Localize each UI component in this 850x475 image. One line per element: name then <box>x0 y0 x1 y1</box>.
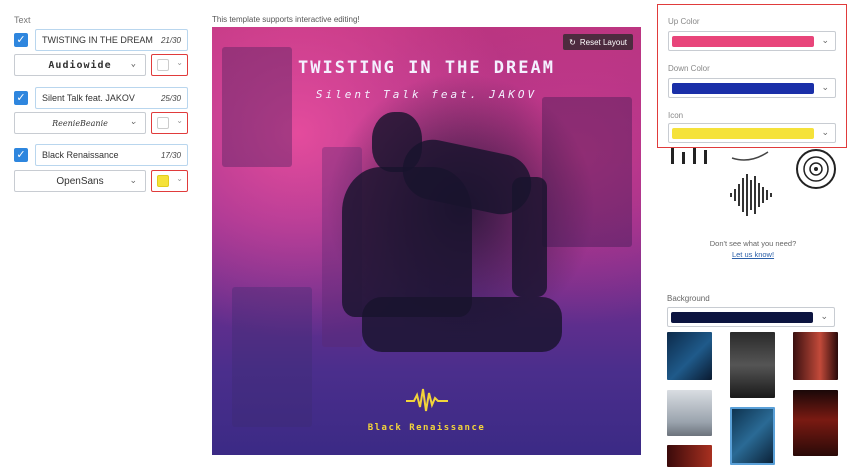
text-2-value: Silent Talk feat. JAKOV <box>42 93 135 103</box>
chevron-down-icon: ⌄ <box>176 58 183 67</box>
background-thumbnail-5-selected[interactable] <box>730 407 775 465</box>
background-thumbnail-7[interactable] <box>667 445 712 467</box>
color-settings-panel: Up Color ⌄ Down Color ⌄ Icon ⌄ <box>657 4 847 148</box>
cover-title[interactable]: TWISTING IN THE DREAM <box>212 58 641 78</box>
text-3-value: Black Renaissance <box>42 150 119 160</box>
chevron-down-icon: ⌄ <box>176 174 183 183</box>
text-3-input[interactable]: Black Renaissance 17/30 <box>35 144 188 166</box>
chevron-down-icon: ⌄ <box>821 35 829 45</box>
chevron-down-icon: ⌄ <box>821 82 829 92</box>
font-3-label: OpenSans <box>56 175 104 187</box>
equalizer-icon[interactable] <box>667 148 711 166</box>
text-2-color-picker[interactable]: ⌄ <box>151 112 188 134</box>
font-1-label: Audiowide <box>48 59 112 71</box>
background-color-swatch <box>671 312 813 323</box>
text-3-color-picker[interactable]: ⌄ <box>151 170 188 192</box>
font-2-select[interactable]: ReenieBeanie ⌄ <box>14 112 146 134</box>
text-3-checkbox[interactable]: ✓ <box>14 148 28 162</box>
cover-subtitle[interactable]: Silent Talk feat. JAKOV <box>212 88 641 101</box>
text-1-checkbox[interactable]: ✓ <box>14 33 28 47</box>
background-label: Background <box>667 294 710 303</box>
text-1-count: 21/30 <box>160 35 181 45</box>
font-row-3: OpenSans ⌄ ⌄ <box>14 170 188 192</box>
text-2-count: 25/30 <box>160 93 181 103</box>
background-thumbnail-2[interactable] <box>730 332 775 398</box>
soundwave-icon[interactable] <box>406 385 448 415</box>
chevron-down-icon: ⌄ <box>820 311 828 321</box>
missing-icon-text: Don't see what you need? <box>709 239 797 248</box>
chevron-down-icon: ⌄ <box>130 59 137 69</box>
background-thumbnail-3[interactable] <box>793 332 838 380</box>
font-2-label: ReenieBeanie <box>52 118 108 128</box>
up-color-swatch <box>672 36 814 47</box>
chevron-down-icon: ⌄ <box>176 116 183 125</box>
wall-panel <box>542 97 632 247</box>
color-swatch <box>157 175 169 187</box>
cover-artist[interactable]: Black Renaissance <box>212 423 641 433</box>
audio-waveform-icon[interactable] <box>728 172 776 218</box>
icon-color-swatch <box>672 128 814 139</box>
person-shin <box>512 177 547 297</box>
chevron-down-icon: ⌄ <box>129 175 137 185</box>
up-color-select[interactable]: ⌄ <box>668 31 836 51</box>
reset-layout-button[interactable]: ↻ Reset Layout <box>563 34 633 50</box>
album-cover-canvas[interactable]: ↻ Reset Layout TWISTING IN THE DREAM Sil… <box>212 27 641 455</box>
font-row-1: Audiowide ⌄ ⌄ <box>14 54 188 76</box>
font-3-select[interactable]: OpenSans ⌄ <box>14 170 146 192</box>
vinyl-record-icon[interactable] <box>793 148 839 190</box>
text-row-3: ✓ Black Renaissance 17/30 <box>14 144 188 166</box>
let-us-know-link[interactable]: Let us know! <box>690 250 816 259</box>
down-color-select[interactable]: ⌄ <box>668 78 836 98</box>
refresh-icon: ↻ <box>569 37 576 47</box>
down-color-label: Down Color <box>668 64 710 73</box>
color-swatch <box>157 59 169 71</box>
chevron-down-icon: ⌄ <box>821 127 829 137</box>
text-1-input[interactable]: TWISTING IN THE DREAM 21/30 <box>35 29 188 51</box>
text-row-2: ✓ Silent Talk feat. JAKOV 25/30 <box>14 87 188 109</box>
up-color-label: Up Color <box>668 17 700 26</box>
wall-panel <box>232 287 312 427</box>
icon-color-select[interactable]: ⌄ <box>668 123 836 143</box>
text-row-1: ✓ TWISTING IN THE DREAM 21/30 <box>14 29 188 51</box>
down-color-swatch <box>672 83 814 94</box>
text-2-input[interactable]: Silent Talk feat. JAKOV 25/30 <box>35 87 188 109</box>
font-1-select[interactable]: Audiowide ⌄ <box>14 54 146 76</box>
background-color-select[interactable]: ⌄ <box>667 307 835 327</box>
swoosh-icon[interactable] <box>730 148 774 162</box>
text-1-color-picker[interactable]: ⌄ <box>151 54 188 76</box>
interactive-editing-hint: This template supports interactive editi… <box>212 15 360 24</box>
text-3-count: 17/30 <box>160 150 181 160</box>
person-legs <box>362 297 562 352</box>
background-thumbnail-6[interactable] <box>793 390 838 456</box>
text-2-checkbox[interactable]: ✓ <box>14 91 28 105</box>
background-thumbnail-4[interactable] <box>667 390 712 436</box>
color-swatch <box>157 117 169 129</box>
icon-color-label: Icon <box>668 111 684 120</box>
background-thumbnail-1[interactable] <box>667 332 712 380</box>
chevron-down-icon: ⌄ <box>129 117 137 127</box>
reset-layout-label: Reset Layout <box>579 37 627 47</box>
text-1-value: TWISTING IN THE DREAM <box>42 35 153 45</box>
text-section-label: Text <box>14 15 31 25</box>
font-row-2: ReenieBeanie ⌄ ⌄ <box>14 112 188 134</box>
